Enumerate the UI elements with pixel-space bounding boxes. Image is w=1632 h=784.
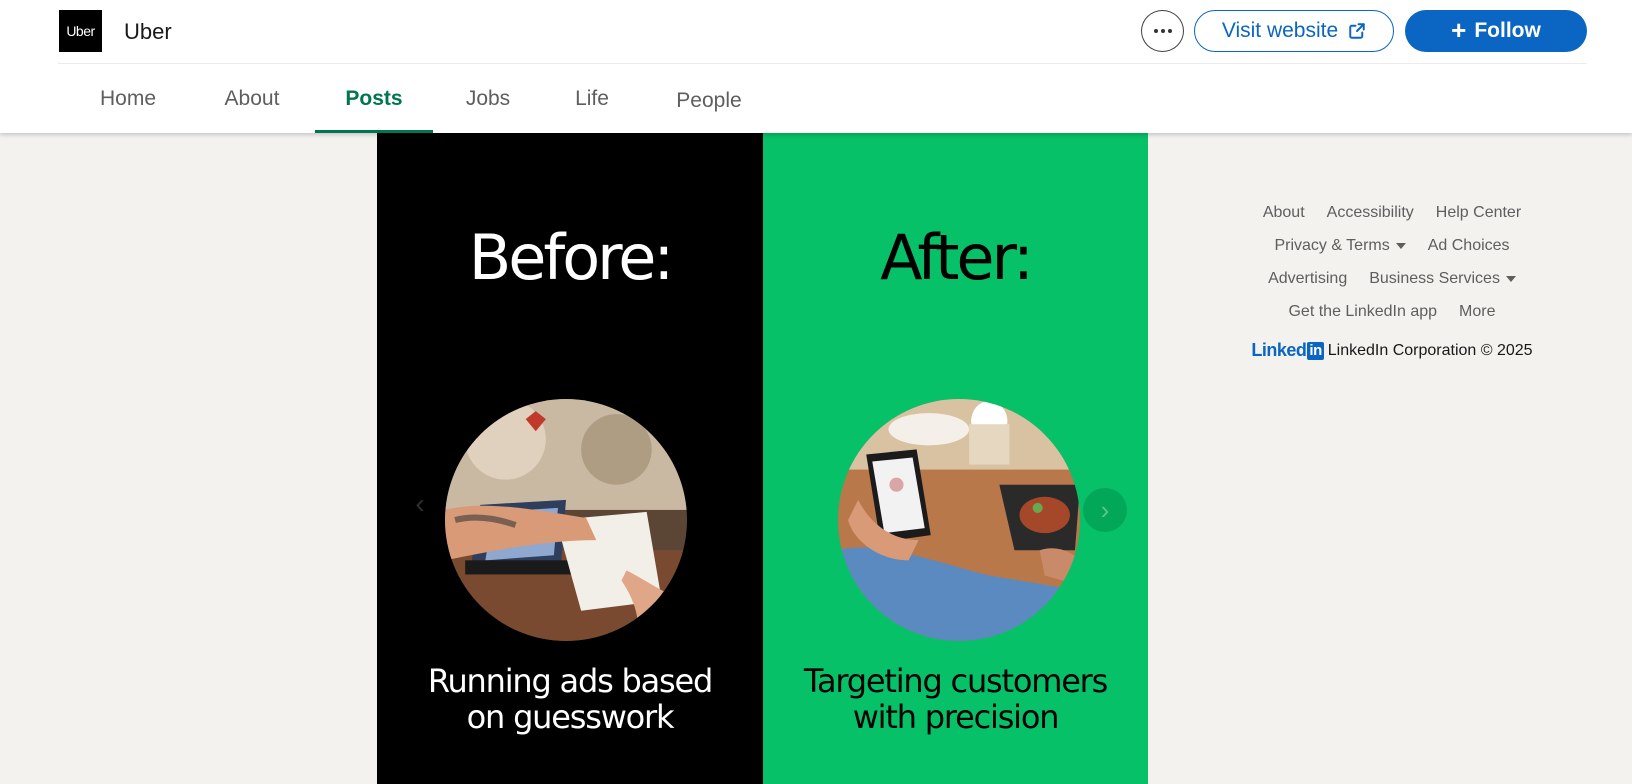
chevron-left-icon[interactable]: ‹ — [399, 483, 441, 525]
after-caption-line2: with precision — [852, 698, 1060, 736]
before-caption: Running ads based on guesswork — [377, 663, 763, 735]
after-caption-line1: Targeting customers — [803, 662, 1108, 700]
linkedin-logo-in: in — [1307, 341, 1324, 360]
footer-row: Advertising Business Services — [1220, 262, 1564, 295]
before-caption-line1: Running ads based — [427, 662, 713, 700]
linkedin-logo-word: Linked — [1251, 340, 1307, 360]
tab-people[interactable]: People — [672, 66, 746, 135]
footer-accessibility-link[interactable]: Accessibility — [1327, 204, 1414, 222]
footer-row: Privacy & Terms Ad Choices — [1220, 229, 1564, 262]
page-tabs: Home About Posts Jobs Life People — [0, 64, 800, 133]
linkedin-logo: Linked in — [1251, 340, 1324, 361]
chevron-right-icon[interactable]: › — [1083, 488, 1127, 532]
tab-jobs[interactable]: Jobs — [462, 64, 514, 133]
footer-get-app-link[interactable]: Get the LinkedIn app — [1288, 303, 1437, 321]
footer-ad-choices-link[interactable]: Ad Choices — [1428, 237, 1510, 255]
footer-links: About Accessibility Help Center Privacy … — [1220, 196, 1564, 361]
privacy-terms-label: Privacy & Terms — [1274, 236, 1390, 254]
post-carousel-image[interactable]: Before: Running ads based on guesswork A… — [377, 133, 1148, 784]
before-caption-line2: on guesswork — [466, 698, 675, 736]
tab-life[interactable]: Life — [571, 64, 613, 133]
follow-label: Follow — [1474, 19, 1541, 42]
footer-more-link[interactable]: More — [1459, 303, 1495, 321]
plus-icon: + — [1451, 15, 1467, 45]
after-title: After: — [880, 221, 1034, 294]
footer-row: Get the LinkedIn app More — [1220, 295, 1564, 328]
footer-about-link[interactable]: About — [1263, 204, 1305, 222]
company-logo[interactable]: Uber — [59, 10, 102, 52]
company-header: Uber Uber Visit website + Follow Home Ab… — [0, 0, 1632, 133]
before-title: Before: — [468, 221, 675, 294]
business-services-label: Business Services — [1369, 269, 1500, 287]
follow-button[interactable]: + Follow — [1405, 10, 1587, 52]
after-photo — [838, 399, 1080, 641]
after-panel: After: Targeting customers with precisio… — [763, 133, 1148, 784]
tab-about[interactable]: About — [218, 64, 286, 133]
company-name[interactable]: Uber — [124, 19, 172, 45]
caret-down-icon — [1505, 275, 1516, 282]
caret-down-icon — [1395, 242, 1406, 249]
tab-home[interactable]: Home — [94, 64, 162, 133]
before-panel: Before: Running ads based on guesswork — [377, 133, 763, 784]
visit-website-button[interactable]: Visit website — [1194, 10, 1394, 52]
copyright: Linked in LinkedIn Corporation © 2025 — [1220, 340, 1564, 361]
visit-website-label: Visit website — [1221, 19, 1339, 42]
footer-business-services-link[interactable]: Business Services — [1369, 270, 1516, 288]
tab-posts[interactable]: Posts — [315, 64, 433, 133]
footer-row: About Accessibility Help Center — [1220, 196, 1564, 229]
more-options-button[interactable] — [1141, 10, 1184, 52]
external-link-icon — [1349, 23, 1365, 39]
after-caption: Targeting customers with precision — [763, 663, 1148, 735]
footer-privacy-terms-link[interactable]: Privacy & Terms — [1274, 236, 1406, 255]
footer-advertising-link[interactable]: Advertising — [1268, 270, 1347, 288]
footer-help-center-link[interactable]: Help Center — [1436, 204, 1521, 222]
ellipsis-icon — [1153, 29, 1172, 33]
copyright-text: LinkedIn Corporation © 2025 — [1327, 341, 1533, 359]
before-photo — [445, 399, 687, 641]
